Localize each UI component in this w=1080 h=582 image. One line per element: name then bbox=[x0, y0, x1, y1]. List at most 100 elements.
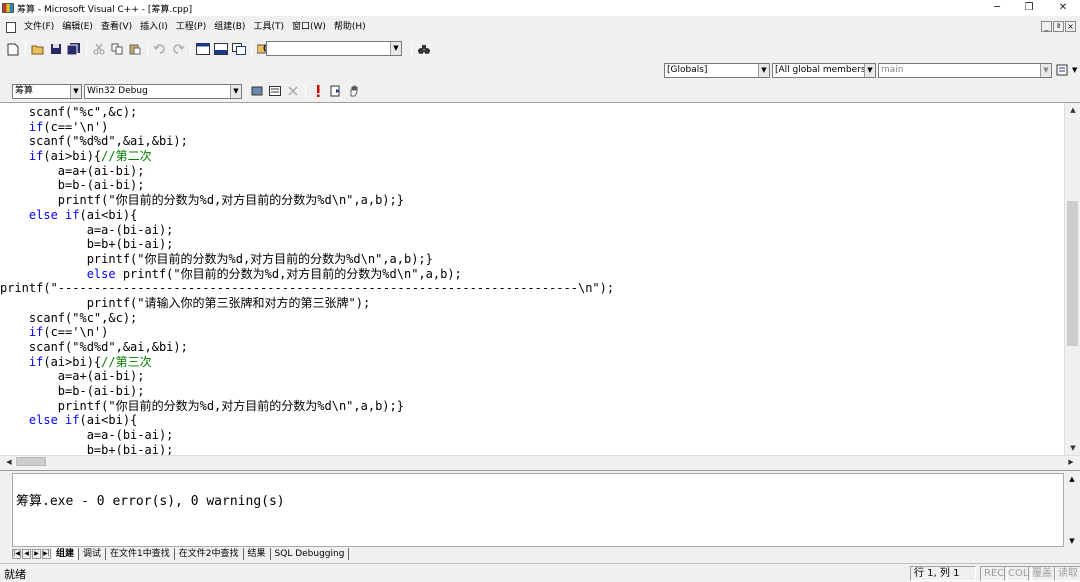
binoculars-icon[interactable] bbox=[417, 42, 431, 56]
code-area[interactable]: scanf("%c",&c); if(c=='\n') scanf("%d%d"… bbox=[0, 103, 1064, 455]
tab-results[interactable]: 结果 bbox=[244, 548, 271, 560]
chevron-down-icon[interactable]: ▼ bbox=[1040, 64, 1051, 77]
code-line[interactable]: a=a-(bi-ai); bbox=[0, 428, 1064, 443]
new-file-icon[interactable] bbox=[6, 42, 20, 56]
tab-prev-icon[interactable]: ◀ bbox=[22, 549, 31, 559]
output-vertical-scrollbar[interactable]: ▲ ▼ bbox=[1064, 473, 1080, 547]
mdi-minimize-button[interactable]: _ bbox=[1041, 21, 1052, 32]
chevron-down-icon[interactable]: ▼ bbox=[70, 85, 81, 98]
project-combo[interactable]: 筹算 ▼ bbox=[12, 84, 82, 99]
class-combo[interactable]: [Globals] ▼ bbox=[664, 63, 770, 78]
code-line[interactable]: if(ai>bi){//第二次 bbox=[0, 149, 1064, 164]
chevron-down-icon[interactable]: ▼ bbox=[1072, 66, 1077, 74]
menu-view[interactable]: 查看(V) bbox=[97, 18, 136, 36]
scroll-up-icon[interactable]: ▲ bbox=[1064, 473, 1080, 485]
tab-find-in-files-1[interactable]: 在文件1中查找 bbox=[106, 548, 175, 560]
chevron-down-icon[interactable]: ▼ bbox=[390, 42, 401, 55]
chevron-down-icon[interactable]: ▼ bbox=[758, 64, 769, 77]
menu-file[interactable]: 文件(F) bbox=[20, 18, 58, 36]
tab-debug[interactable]: 调试 bbox=[79, 548, 107, 560]
scroll-up-icon[interactable]: ▲ bbox=[1065, 103, 1080, 117]
code-line[interactable]: else if(ai<bi){ bbox=[0, 208, 1064, 223]
code-line[interactable]: scanf("%c",&c); bbox=[0, 105, 1064, 120]
scroll-thumb[interactable] bbox=[1067, 201, 1078, 346]
function-combo[interactable]: main ▼ bbox=[878, 63, 1052, 78]
go-icon[interactable] bbox=[329, 84, 343, 98]
editor-vertical-scrollbar[interactable]: ▲ ▼ bbox=[1064, 103, 1080, 455]
menu-window[interactable]: 窗口(W) bbox=[288, 18, 330, 36]
tab-first-icon[interactable]: |◀ bbox=[12, 549, 21, 559]
config-combo[interactable]: Win32 Debug ▼ bbox=[84, 84, 242, 99]
save-icon[interactable] bbox=[49, 42, 63, 56]
copy-icon[interactable] bbox=[110, 42, 124, 56]
window-list-icon[interactable] bbox=[232, 42, 246, 56]
undo-icon[interactable] bbox=[153, 42, 167, 56]
code-editor[interactable]: scanf("%c",&c); if(c=='\n') scanf("%d%d"… bbox=[0, 102, 1080, 467]
menu-edit[interactable]: 编辑(E) bbox=[58, 18, 97, 36]
scroll-thumb[interactable] bbox=[16, 457, 46, 466]
save-all-icon[interactable] bbox=[67, 42, 81, 56]
compile-icon[interactable] bbox=[250, 84, 264, 98]
paste-icon[interactable] bbox=[128, 42, 142, 56]
minimize-button[interactable]: ─ bbox=[980, 0, 1014, 16]
tab-find-in-files-2[interactable]: 在文件2中查找 bbox=[175, 548, 244, 560]
wizard-action-icon[interactable] bbox=[1056, 63, 1070, 77]
output-window-icon[interactable] bbox=[214, 42, 228, 56]
code-line[interactable]: b=b+(bi-ai); bbox=[0, 237, 1064, 252]
code-line[interactable]: printf("你目前的分数为%d,对方目前的分数为%d\n",a,b);} bbox=[0, 399, 1064, 414]
menu-help[interactable]: 帮助(H) bbox=[330, 18, 370, 36]
code-line[interactable]: printf("请输入你的第三张牌和对方的第三张牌"); bbox=[0, 296, 1064, 311]
mdi-restore-button[interactable]: ª bbox=[1053, 21, 1064, 32]
chevron-down-icon[interactable]: ▼ bbox=[864, 64, 875, 77]
tab-last-icon[interactable]: ▶| bbox=[42, 549, 51, 559]
code-line[interactable]: b=b-(ai-bi); bbox=[0, 384, 1064, 399]
tab-build[interactable]: 组建 bbox=[52, 548, 80, 560]
execute-icon[interactable] bbox=[311, 84, 325, 98]
code-line[interactable]: a=a+(ai-bi); bbox=[0, 369, 1064, 384]
scroll-down-icon[interactable]: ▼ bbox=[1065, 441, 1080, 455]
open-folder-icon[interactable] bbox=[31, 42, 45, 56]
code-line[interactable]: if(c=='\n') bbox=[0, 120, 1064, 135]
redo-icon[interactable] bbox=[171, 42, 185, 56]
menu-project[interactable]: 工程(P) bbox=[172, 18, 210, 36]
output-text[interactable]: 筹算.exe - 0 error(s), 0 warning(s) bbox=[12, 473, 1064, 547]
scroll-down-icon[interactable]: ▼ bbox=[1064, 535, 1080, 547]
members-combo[interactable]: [All global members ▼ bbox=[772, 63, 876, 78]
mdi-controls: _ ª × bbox=[1041, 21, 1076, 32]
code-line[interactable]: printf("--------------------------------… bbox=[0, 281, 1064, 296]
read-indicator: 读取 bbox=[1054, 566, 1080, 581]
menu-insert[interactable]: 插入(I) bbox=[136, 18, 172, 36]
code-line[interactable]: scanf("%d%d",&ai,&bi); bbox=[0, 340, 1064, 355]
code-line[interactable]: a=a+(ai-bi); bbox=[0, 164, 1064, 179]
code-line[interactable]: b=b+(bi-ai); bbox=[0, 443, 1064, 455]
code-line[interactable]: a=a-(bi-ai); bbox=[0, 223, 1064, 238]
document-icon[interactable] bbox=[6, 21, 16, 33]
editor-horizontal-scrollbar[interactable]: ◀ ▶ bbox=[0, 455, 1080, 467]
cut-icon[interactable] bbox=[92, 42, 106, 56]
code-line[interactable]: b=b-(ai-bi); bbox=[0, 178, 1064, 193]
maximize-button[interactable]: ❐ bbox=[1012, 0, 1046, 16]
code-text: (c=='\n') bbox=[43, 325, 109, 340]
workspace-icon[interactable] bbox=[196, 42, 210, 56]
code-line[interactable]: else if(ai<bi){ bbox=[0, 413, 1064, 428]
tab-sql-debugging[interactable]: SQL Debugging bbox=[271, 548, 350, 560]
build-icon[interactable] bbox=[268, 84, 282, 98]
scroll-right-icon[interactable]: ▶ bbox=[1064, 456, 1078, 468]
tab-next-icon[interactable]: ▶ bbox=[32, 549, 41, 559]
menu-build[interactable]: 组建(B) bbox=[210, 18, 249, 36]
code-line[interactable]: scanf("%d%d",&ai,&bi); bbox=[0, 134, 1064, 149]
scroll-left-icon[interactable]: ◀ bbox=[2, 456, 16, 468]
breakpoint-hand-icon[interactable] bbox=[347, 84, 361, 98]
mdi-close-button[interactable]: × bbox=[1065, 21, 1076, 32]
find-combo[interactable]: ▼ bbox=[266, 41, 402, 56]
chevron-down-icon[interactable]: ▼ bbox=[230, 85, 241, 98]
code-line[interactable]: printf("你目前的分数为%d,对方目前的分数为%d\n",a,b);} bbox=[0, 252, 1064, 267]
code-line[interactable]: if(ai>bi){//第三次 bbox=[0, 355, 1064, 370]
stop-build-icon[interactable] bbox=[286, 84, 300, 98]
close-button[interactable]: ✕ bbox=[1046, 0, 1080, 16]
code-line[interactable]: scanf("%c",&c); bbox=[0, 311, 1064, 326]
code-line[interactable]: printf("你目前的分数为%d,对方目前的分数为%d\n",a,b);} bbox=[0, 193, 1064, 208]
code-line[interactable]: else printf("你目前的分数为%d,对方目前的分数为%d\n",a,b… bbox=[0, 267, 1064, 282]
code-line[interactable]: if(c=='\n') bbox=[0, 325, 1064, 340]
menu-tools[interactable]: 工具(T) bbox=[249, 18, 288, 36]
